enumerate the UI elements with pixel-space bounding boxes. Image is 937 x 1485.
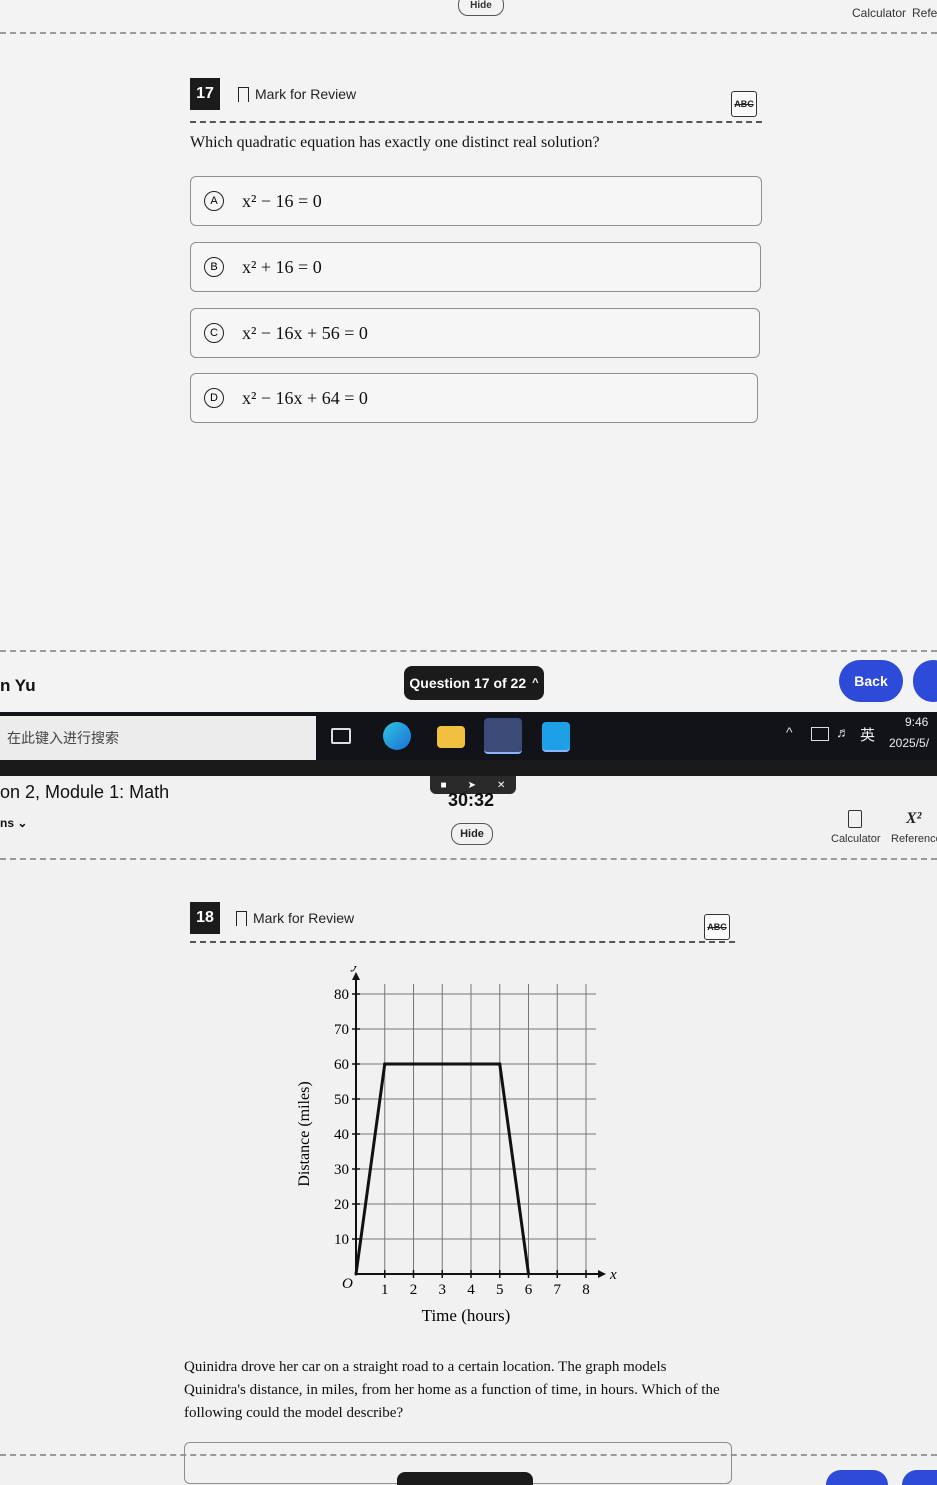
windows-taskbar: 在此键入进行搜索 ^ ♬ 英 9:46 2025/5/ [0,712,937,760]
footer-divider [0,650,937,652]
volume-icon[interactable]: ♬ [836,724,850,740]
close-icon[interactable]: ✕ [497,780,505,791]
bookmark-icon [238,86,249,106]
section-title: on 2, Module 1: Math [0,782,170,802]
reference-link-top[interactable]: Refe [912,6,937,20]
y-tick-label: 10 [334,1232,349,1248]
x-tick-label: 4 [467,1282,475,1298]
next-button[interactable] [902,1470,937,1485]
directions-toggle[interactable]: ns ⌄ [0,816,27,830]
y-tick-label: 40 [334,1127,349,1143]
choice-text: x² + 16 = 0 [242,256,322,277]
mark-for-review-label: Mark for Review [255,86,357,102]
reference-icon[interactable]: X² [906,810,921,828]
question-nav-button[interactable]: Question 17 of 22 ^ [404,666,544,700]
x-axis-title: Time (hours) [422,1306,511,1325]
question-nav-button[interactable] [397,1472,533,1485]
y-tick-label: 80 [334,987,349,1003]
chevron-down-icon: ⌄ [17,816,28,830]
question-prompt: Quinidra drove her car on a straight roa… [184,1359,720,1421]
calculator-label[interactable]: Calculator [831,833,881,845]
x-tick-label: 7 [554,1282,562,1298]
reference-label[interactable]: Reference [891,833,937,845]
data-point [354,1272,358,1276]
choice-b[interactable]: B x² + 16 = 0 [190,242,761,292]
y-tick-label: 50 [334,1092,349,1108]
choice-a[interactable]: A x² − 16 = 0 [190,176,762,226]
whiteboard-app-icon[interactable] [542,722,570,752]
x-axis-arrow [598,1270,606,1278]
distance-time-graph: x y O 1 2 3 4 5 6 7 8 10 20 30 40 50 60 70 80 Time (hours) D… [296,966,617,1325]
ime-indicator[interactable]: 英 [860,724,875,745]
data-point [527,1272,530,1276]
clock-date: 2025/5/ [889,736,930,750]
x-tick-label: 6 [525,1282,533,1298]
choice-d[interactable]: D x² − 16x + 64 = 0 [190,373,758,423]
cursor-icon: ➤ [467,779,476,791]
x-axis-letter: x [609,1267,617,1283]
choice-text: x² − 16 = 0 [242,190,322,211]
question-header-rule [190,121,762,123]
question-number: 17 [190,78,220,110]
x-tick-label: 2 [410,1282,418,1298]
data-point [498,1062,502,1066]
hide-timer-button[interactable]: Hide [451,823,493,845]
header-divider [0,858,937,860]
x-tick-label: 3 [439,1282,447,1298]
x-tick-label: 8 [582,1282,590,1298]
bottom-screen: on 2, Module 1: Math ns ⌄ ■ ➤ ✕ 30:32 Hi… [0,776,937,1485]
chevron-up-icon: ^ [532,677,539,689]
y-tick-label: 30 [334,1162,349,1178]
taskbar-search-text: 在此键入进行搜索 [7,730,119,746]
origin-label: O [342,1276,353,1292]
header-divider [0,32,937,34]
tray-chevron-icon[interactable]: ^ [786,724,793,740]
y-tick-label: 20 [334,1197,349,1213]
top-screen: Hide Calculator Refe 17 Mark for Review … [0,0,937,712]
camera-icon: ■ [440,779,447,791]
calculator-link-top[interactable]: Calculator [852,6,906,20]
task-view-icon[interactable] [331,728,351,744]
choice-text: x² − 16x + 64 = 0 [242,387,368,408]
question-header-rule [190,941,735,943]
strikethrough-abc-icon[interactable]: ABC [704,914,730,940]
clock-time: 9:46 [905,715,929,729]
y-tick-label: 70 [334,1022,349,1038]
question-nav-label: Question 17 of 22 [409,675,527,691]
app-window-icon[interactable] [484,718,522,754]
choice-c[interactable]: C x² − 16x + 56 = 0 [190,308,760,358]
bookmark-icon [236,910,247,930]
strikethrough-abc-icon[interactable]: ABC [731,91,757,117]
network-icon[interactable] [811,727,829,741]
back-button[interactable]: Back [839,660,903,702]
edge-browser-icon[interactable] [383,722,411,750]
hide-toggle-top[interactable]: Hide [458,0,504,16]
choice-letter: A [204,191,224,211]
choice-text: x² − 16x + 56 = 0 [242,322,368,343]
student-name: n Yu [0,676,36,695]
x-tick-label: 1 [381,1282,389,1298]
calculator-icon[interactable] [848,810,862,828]
x-tick-label: 5 [496,1282,504,1298]
choice-letter: D [204,388,224,408]
question-number: 18 [190,902,220,934]
file-explorer-icon[interactable] [437,726,465,748]
next-button[interactable] [913,660,937,702]
y-axis-letter: y [350,966,360,972]
mark-for-review[interactable]: Mark for Review [238,86,357,106]
choice-letter: B [204,257,224,277]
y-tick-label: 60 [334,1057,349,1073]
timer: 30:32 [448,790,495,810]
back-button[interactable] [826,1470,888,1485]
y-axis-arrow [352,972,360,980]
y-axis-title: Distance (miles) [296,1081,313,1186]
choice-letter: C [204,323,224,343]
taskbar-search-box[interactable]: 在此键入进行搜索 [0,716,316,760]
mark-for-review[interactable]: Mark for Review [236,910,355,930]
mark-for-review-label: Mark for Review [253,910,355,926]
directions-label: ns [0,816,15,830]
data-point [383,1062,387,1066]
question-prompt: Which quadratic equation has exactly one… [190,134,600,151]
